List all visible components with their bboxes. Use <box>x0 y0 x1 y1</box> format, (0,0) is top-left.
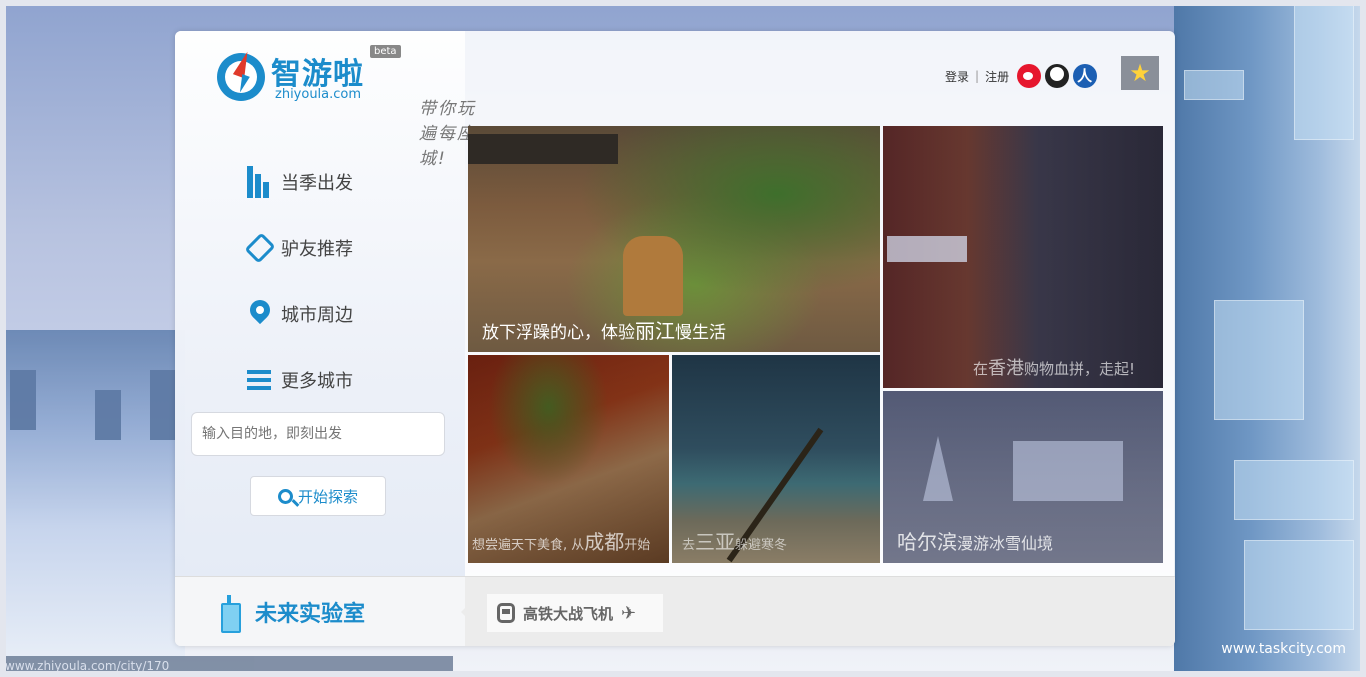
future-lab-bar: 未来实验室 高铁大战飞机 ✈ <box>175 576 1175 646</box>
logo-domain: zhiyoula.com <box>275 87 362 102</box>
tag-icon <box>244 232 276 264</box>
tile-caption: 哈尔滨漫游冰雪仙境 <box>897 530 1054 554</box>
renren-icon[interactable] <box>1073 64 1098 88</box>
favorite-button[interactable]: ★ <box>1121 56 1159 90</box>
tile-caption: 想尝遍天下美食, 从成都开始 <box>472 530 651 554</box>
tile-chengdu[interactable]: 想尝遍天下美食, 从成都开始 <box>468 355 669 563</box>
star-icon: ★ <box>1129 59 1151 87</box>
account-links: 登录 | 注册 <box>945 64 1101 88</box>
plane-icon: ✈ <box>621 602 637 624</box>
nav-label: 驴友推荐 <box>281 239 353 260</box>
tile-harbin[interactable]: 哈尔滨漫游冰雪仙境 <box>883 391 1163 563</box>
location-pin-icon <box>245 295 275 330</box>
login-link[interactable]: 登录 <box>945 68 969 85</box>
tile-lijiang[interactable]: 放下浮躁的心，体验丽江慢生活 <box>468 126 880 352</box>
main-nav: 当季出发 驴友推荐 城市周边 更多城市 <box>244 149 353 413</box>
nav-item-nearby[interactable]: 城市周边 <box>245 281 353 347</box>
train-icon <box>497 603 515 623</box>
start-explore-button[interactable]: 开始探索 <box>250 476 386 516</box>
background-ice-castle-left <box>0 330 185 660</box>
future-lab: 未来实验室 <box>175 577 465 646</box>
beta-badge: beta <box>370 45 401 58</box>
test-tube-icon <box>219 595 241 633</box>
nav-item-seasonal[interactable]: 当季出发 <box>247 149 353 215</box>
train-vs-plane-link[interactable]: 高铁大战飞机 ✈ <box>487 594 663 632</box>
nav-item-recommend[interactable]: 驴友推荐 <box>244 215 353 281</box>
link-separator: | <box>975 69 980 83</box>
tile-caption: 在香港购物血拼，走起! <box>973 358 1136 379</box>
social-login <box>1017 64 1101 88</box>
weibo-icon[interactable] <box>1017 64 1042 88</box>
train-vs-plane-label: 高铁大战飞机 <box>523 604 614 623</box>
tile-caption: 去三亚躲避寒冬 <box>682 530 788 554</box>
nav-label: 城市周边 <box>281 305 353 326</box>
buildings-icon <box>247 166 273 198</box>
watermark: www.taskcity.com <box>1221 641 1346 657</box>
future-lab-title: 未来实验室 <box>255 602 366 627</box>
background-ice-castle-right <box>1174 0 1366 677</box>
start-explore-label: 开始探索 <box>297 487 358 506</box>
tile-sanya[interactable]: 去三亚躲避寒冬 <box>672 355 880 563</box>
list-icon <box>247 364 273 396</box>
tile-caption: 放下浮躁的心，体验丽江慢生活 <box>482 319 726 343</box>
nav-label: 更多城市 <box>281 371 353 392</box>
tile-hongkong[interactable]: 在香港购物血拼，走起! <box>883 126 1163 388</box>
destination-search-input[interactable] <box>191 412 445 456</box>
logo[interactable]: 智游啦 zhiyoula.com beta 带你玩遍每座城! <box>217 45 477 169</box>
nav-item-more-cities[interactable]: 更多城市 <box>247 347 353 413</box>
nav-label: 当季出发 <box>281 173 353 194</box>
search-icon <box>277 488 293 504</box>
left-panel: 智游啦 zhiyoula.com beta 带你玩遍每座城! 当季出发 驴友推荐… <box>175 31 474 576</box>
main-card: 智游啦 zhiyoula.com beta 带你玩遍每座城! 当季出发 驴友推荐… <box>175 31 1175 646</box>
qq-icon[interactable] <box>1045 64 1070 88</box>
register-link[interactable]: 注册 <box>985 68 1009 85</box>
status-bar-url: www.zhiyoula.com/city/170 <box>0 656 453 677</box>
